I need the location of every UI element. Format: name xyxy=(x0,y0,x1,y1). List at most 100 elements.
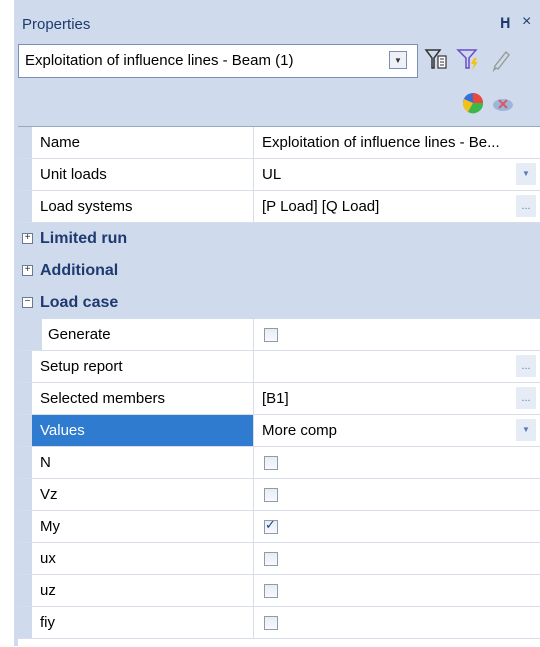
row-generate[interactable]: Generate xyxy=(18,319,540,351)
row-fiy[interactable]: fiy xyxy=(18,607,540,639)
property-value[interactable]: ... xyxy=(254,351,540,382)
row-values[interactable]: Values More comp ▼ xyxy=(18,415,540,447)
uz-checkbox[interactable] xyxy=(264,584,278,598)
label-n: N xyxy=(40,454,51,471)
label-additional: Additional xyxy=(40,262,119,279)
row-my[interactable]: My xyxy=(18,511,540,543)
property-label: Unit loads xyxy=(32,159,254,190)
property-label: My xyxy=(32,511,254,542)
panel-titlebar: Properties 𝚮 × xyxy=(14,10,540,40)
property-label: ux xyxy=(32,543,254,574)
label-vz: Vz xyxy=(40,486,58,503)
row-gutter xyxy=(18,575,32,606)
row-name[interactable]: Name Exploitation of influence lines - B… xyxy=(18,127,540,159)
property-label: Generate xyxy=(42,319,254,350)
property-label: Selected members xyxy=(32,383,254,414)
row-gutter xyxy=(18,191,32,222)
label-name: Name xyxy=(40,134,81,151)
property-label: fiy xyxy=(32,607,254,638)
property-label: Values xyxy=(32,415,254,446)
label-values: Values xyxy=(40,422,85,439)
remove-color-icon[interactable] xyxy=(490,90,516,116)
property-value xyxy=(254,319,540,350)
category-label: Limited run xyxy=(18,223,540,254)
property-label: Load systems xyxy=(32,191,254,222)
panel-title: Properties xyxy=(22,16,91,33)
row-n[interactable]: N xyxy=(18,447,540,479)
value-selected-members: [B1] xyxy=(262,390,289,407)
label-generate: Generate xyxy=(48,326,111,343)
row-gutter xyxy=(18,383,32,414)
object-selector-value: Exploitation of influence lines - Beam (… xyxy=(25,52,294,69)
property-label: uz xyxy=(32,575,254,606)
category-label: Additional xyxy=(18,255,540,286)
property-value xyxy=(254,479,540,510)
row-gutter xyxy=(18,159,32,190)
generate-checkbox[interactable] xyxy=(264,328,278,342)
row-gutter xyxy=(18,607,32,638)
property-value xyxy=(254,511,540,542)
property-value xyxy=(254,607,540,638)
label-load-case: Load case xyxy=(40,294,119,311)
row-load-systems[interactable]: Load systems [P Load] [Q Load] ... xyxy=(18,191,540,223)
row-vz[interactable]: Vz xyxy=(18,479,540,511)
row-gutter xyxy=(18,543,32,574)
label-limited-run: Limited run xyxy=(40,230,128,247)
my-checkbox[interactable] xyxy=(264,518,278,534)
row-uz[interactable]: uz xyxy=(18,575,540,607)
property-value[interactable]: [B1] ... xyxy=(254,383,540,414)
ellipsis-button[interactable]: ... xyxy=(516,195,536,217)
pencil-edit-icon[interactable] xyxy=(488,46,514,72)
pin-icon[interactable]: 𝚮 xyxy=(500,15,511,32)
properties-panel: Properties 𝚮 × Exploitation of influence… xyxy=(14,0,540,647)
row-gutter xyxy=(18,351,32,382)
value-values: More comp xyxy=(262,422,338,439)
property-label: Name xyxy=(32,127,254,158)
value-load-systems: [P Load] [Q Load] xyxy=(262,198,380,215)
n-checkbox[interactable] xyxy=(264,456,278,470)
label-fiy: fiy xyxy=(40,614,55,631)
label-setup-report: Setup report xyxy=(40,358,123,375)
fiy-checkbox[interactable] xyxy=(264,616,278,630)
filter-select-icon[interactable] xyxy=(424,46,450,72)
property-label: Vz xyxy=(32,479,254,510)
category-load-case[interactable]: − Load case xyxy=(18,287,540,319)
row-ux[interactable]: ux xyxy=(18,543,540,575)
property-value[interactable]: More comp ▼ xyxy=(254,415,540,446)
label-unit-loads: Unit loads xyxy=(40,166,107,183)
row-unit-loads[interactable]: Unit loads UL ▼ xyxy=(18,159,540,191)
category-additional[interactable]: + Additional xyxy=(18,255,540,287)
ellipsis-button[interactable]: ... xyxy=(516,387,536,409)
property-value xyxy=(254,543,540,574)
filter-lightning-icon[interactable] xyxy=(456,46,482,72)
row-selected-members[interactable]: Selected members [B1] ... xyxy=(18,383,540,415)
chevron-down-icon[interactable]: ▼ xyxy=(516,163,536,185)
value-unit-loads: UL xyxy=(262,166,282,183)
row-gutter xyxy=(18,479,32,510)
ellipsis-button[interactable]: ... xyxy=(516,355,536,377)
value-name: Exploitation of influence lines - Be... xyxy=(262,134,500,151)
property-value[interactable]: UL ▼ xyxy=(254,159,540,190)
row-gutter xyxy=(18,319,42,350)
ux-checkbox[interactable] xyxy=(264,552,278,566)
row-gutter xyxy=(18,447,32,478)
vz-checkbox[interactable] xyxy=(264,488,278,502)
property-value[interactable]: [P Load] [Q Load] ... xyxy=(254,191,540,222)
property-value[interactable]: Exploitation of influence lines - Be... xyxy=(254,127,540,158)
property-label: Setup report xyxy=(32,351,254,382)
label-selected-members: Selected members xyxy=(40,390,166,407)
object-selector-combo[interactable]: Exploitation of influence lines - Beam (… xyxy=(18,44,418,78)
label-my: My xyxy=(40,518,60,535)
chevron-down-icon[interactable]: ▼ xyxy=(516,419,536,441)
row-gutter xyxy=(18,511,32,542)
label-load-systems: Load systems xyxy=(40,198,133,215)
color-palette-icon[interactable] xyxy=(460,90,486,116)
property-value xyxy=(254,447,540,478)
property-grid: Name Exploitation of influence lines - B… xyxy=(18,126,540,647)
close-icon[interactable]: × xyxy=(522,13,531,31)
category-label: Load case xyxy=(18,287,540,318)
label-uz: uz xyxy=(40,582,56,599)
category-limited-run[interactable]: + Limited run xyxy=(18,223,540,255)
chevron-down-icon[interactable]: ▼ xyxy=(389,51,407,69)
row-setup-report[interactable]: Setup report ... xyxy=(18,351,540,383)
